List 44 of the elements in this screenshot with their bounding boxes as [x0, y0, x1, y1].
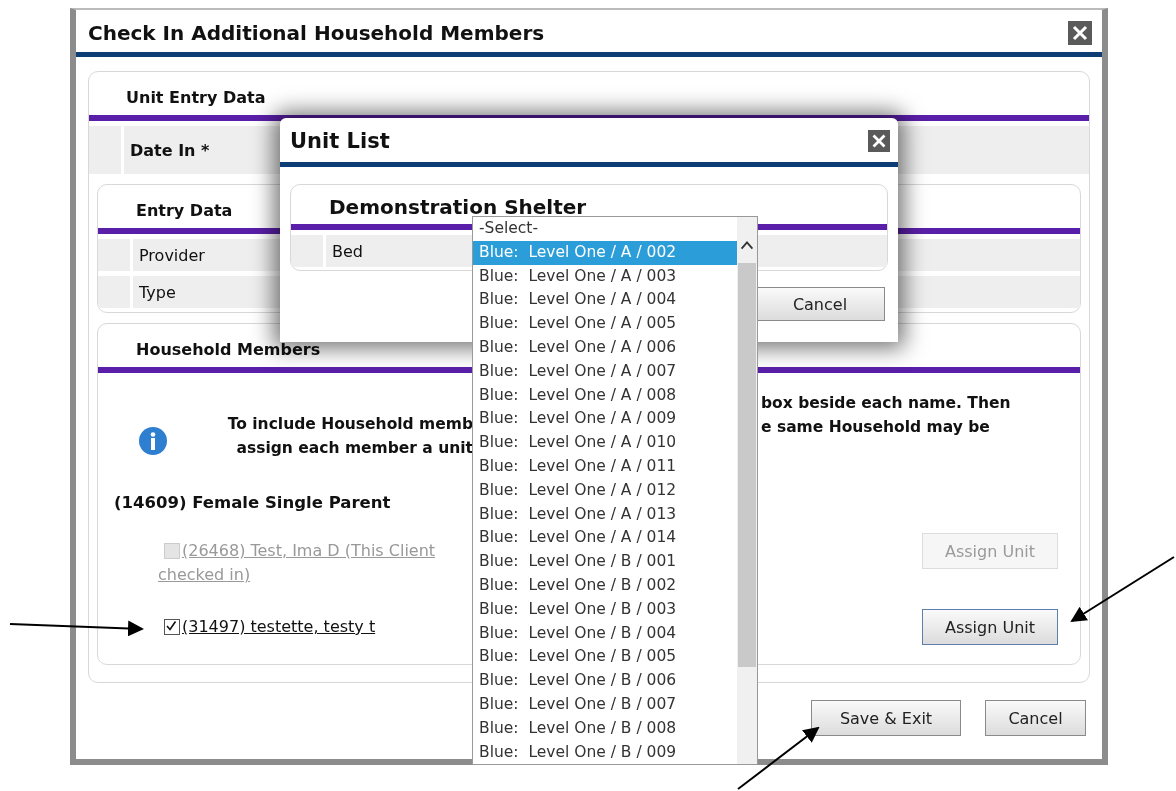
- row-marker: [89, 126, 121, 174]
- close-icon[interactable]: [868, 130, 890, 152]
- dropdown-option[interactable]: Blue: Level One / B / 005: [473, 645, 737, 670]
- assign-unit-button[interactable]: Assign Unit: [922, 609, 1058, 645]
- dropdown-option[interactable]: Blue: Level One / A / 010: [473, 431, 737, 455]
- row-marker: [98, 276, 130, 308]
- dropdown-option[interactable]: Blue: Level One / A / 012: [473, 478, 737, 503]
- dialog-title: Unit List: [290, 129, 390, 153]
- save-exit-button[interactable]: Save & Exit: [811, 700, 961, 736]
- section-title: Entry Data: [135, 200, 233, 222]
- household-name: (14609) Female Single Parent: [113, 492, 392, 514]
- cancel-button[interactable]: Cancel: [755, 287, 885, 321]
- dropdown-option[interactable]: Blue: Level One / B / 008: [473, 716, 737, 741]
- close-icon[interactable]: [1068, 21, 1092, 45]
- row-marker: [291, 235, 323, 267]
- scrollbar[interactable]: [737, 217, 757, 764]
- section-title: Unit Entry Data: [125, 87, 266, 109]
- section-title: Household Members: [135, 339, 321, 361]
- row-marker: [98, 239, 130, 271]
- dropdown-option[interactable]: Blue: Level One / A / 008: [473, 383, 737, 408]
- dropdown-option[interactable]: Blue: Level One / A / 013: [473, 502, 737, 527]
- dropdown-option[interactable]: Blue: Level One / A / 007: [473, 359, 737, 384]
- info-icon: [138, 426, 168, 456]
- dropdown-option[interactable]: Blue: Level One / B / 003: [473, 597, 737, 622]
- bed-dropdown-list[interactable]: [472, 216, 758, 765]
- dropdown-option[interactable]: Blue: Level One / B / 007: [473, 692, 737, 717]
- checkbox[interactable]: [164, 619, 180, 635]
- cancel-button[interactable]: Cancel: [985, 700, 1086, 736]
- instruction-text: To include Household memb assign each member a unit: [227, 414, 473, 459]
- scrollbar-thumb[interactable]: [738, 263, 756, 667]
- dropdown-option[interactable]: Blue: Level One / A / 014: [473, 526, 737, 551]
- instruction-text: box beside each name. Then e same Household may be: [760, 393, 1012, 438]
- member-link[interactable]: (31497) testette, testy t: [158, 615, 376, 639]
- dropdown-option[interactable]: Blue: Level One / B / 004: [473, 621, 737, 646]
- assign-unit-button: Assign Unit: [922, 533, 1058, 569]
- dropdown-option[interactable]: Blue: Level One / B / 001: [473, 550, 737, 574]
- window-title: Check In Additional Household Members: [88, 21, 545, 45]
- dropdown-option[interactable]: Blue: Level One / B / 009: [473, 740, 737, 765]
- dropdown-option[interactable]: Blue: Level One / B / 006: [473, 669, 737, 693]
- dropdown-option[interactable]: Blue: Level One / B / 002: [473, 573, 737, 598]
- dropdown-option[interactable]: Blue: Level One / A / 005: [473, 312, 737, 336]
- dropdown-option[interactable]: Blue: Level One / A / 011: [473, 454, 737, 479]
- dropdown-option[interactable]: Blue: Level One / A / 006: [473, 336, 737, 360]
- dropdown-option[interactable]: Blue: Level One / A / 009: [473, 407, 737, 432]
